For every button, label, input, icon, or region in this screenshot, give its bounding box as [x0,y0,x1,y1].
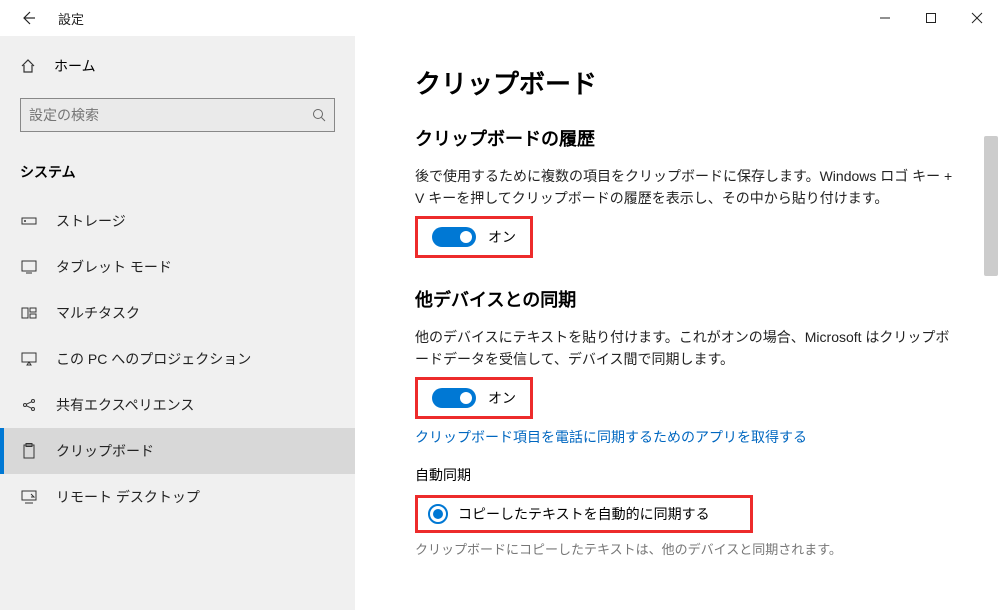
nav-label: タブレット モード [56,257,172,277]
sync-desc: 他のデバイスにテキストを貼り付けます。これがオンの場合、Microsoft はク… [415,326,955,371]
share-icon [20,397,38,413]
nav-shared[interactable]: 共有エクスペリエンス [0,382,355,428]
multitask-icon [20,307,38,319]
home-icon [20,58,38,74]
storage-icon [20,215,38,227]
nav-multitask[interactable]: マルチタスク [0,290,355,336]
sync-toggle[interactable] [432,388,476,408]
section-label: システム [0,150,355,198]
projection-icon [20,352,38,366]
search-icon [312,108,326,122]
nav-label: リモート デスクトップ [56,487,200,507]
nav-label: ストレージ [56,211,126,231]
history-toggle-label: オン [488,227,516,247]
search-box[interactable] [20,98,335,132]
nav-remote[interactable]: リモート デスクトップ [0,474,355,520]
clipboard-icon [20,443,38,459]
nav-storage[interactable]: ストレージ [0,198,355,244]
auto-sync-radio-label: コピーしたテキストを自動的に同期する [458,504,710,524]
auto-sync-radio[interactable] [428,504,448,524]
back-button[interactable] [18,8,38,28]
highlight-box-3: コピーしたテキストを自動的に同期する [415,495,753,533]
nav-label: クリップボード [56,441,154,461]
home-link[interactable]: ホーム [0,46,355,86]
nav-label: マルチタスク [56,303,140,323]
highlight-box-2: オン [415,377,533,419]
minimize-button[interactable] [862,2,908,34]
window-title: 設定 [58,9,84,28]
history-title: クリップボードの履歴 [415,125,960,151]
home-label: ホーム [54,56,96,76]
tablet-icon [20,260,38,274]
nav-projection[interactable]: この PC へのプロジェクション [0,336,355,382]
nav-label: 共有エクスペリエンス [56,395,194,415]
maximize-button[interactable] [908,2,954,34]
get-app-link[interactable]: クリップボード項目を電話に同期するためのアプリを取得する [415,427,960,447]
nav-clipboard[interactable]: クリップボード [0,428,355,474]
highlight-box-1: オン [415,216,533,258]
scrollbar-thumb[interactable] [984,136,998,276]
content-area: クリップボード クリップボードの履歴 後で使用するために複数の項目をクリップボー… [355,36,1000,610]
page-heading: クリップボード [415,64,960,101]
nav-tablet[interactable]: タブレット モード [0,244,355,290]
sidebar: ホーム システム ストレージ タブレット モード マルチタスク この PC への… [0,36,355,610]
nav-label: この PC へのプロジェクション [56,349,251,369]
sync-title: 他デバイスとの同期 [415,286,960,312]
remote-icon [20,490,38,504]
sync-toggle-label: オン [488,388,516,408]
history-desc: 後で使用するために複数の項目をクリップボードに保存します。Windows ロゴ … [415,165,955,210]
sync-hint: クリップボードにコピーしたテキストは、他のデバイスと同期されます。 [415,539,960,558]
search-input[interactable] [29,107,312,123]
history-toggle[interactable] [432,227,476,247]
auto-sync-label: 自動同期 [415,465,960,485]
close-button[interactable] [954,2,1000,34]
